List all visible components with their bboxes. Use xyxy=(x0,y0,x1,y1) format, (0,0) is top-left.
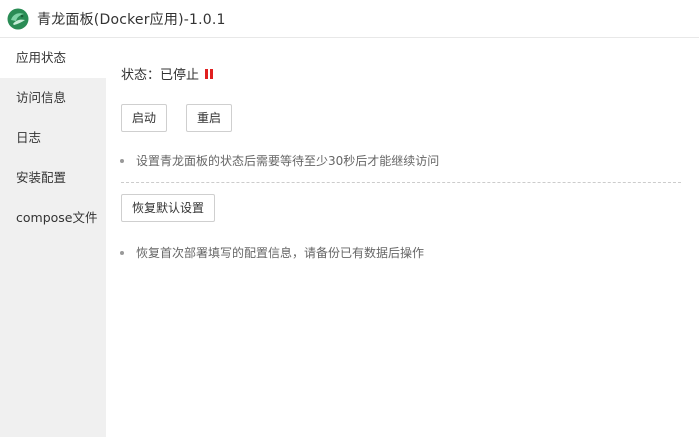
reset-tip: 恢复首次部署填写的配置信息，请备份已有数据后操作 xyxy=(120,244,424,261)
reset-tip-text: 恢复首次部署填写的配置信息，请备份已有数据后操作 xyxy=(136,246,425,260)
title-bar: 青龙面板(Docker应用)-1.0.1 xyxy=(0,0,699,38)
start-button[interactable]: 启动 xyxy=(121,104,167,132)
restart-tip: 设置青龙面板的状态后需要等待至少30秒后才能继续访问 xyxy=(120,152,439,169)
status-text: 状态：已停止 xyxy=(121,68,200,83)
status-row: 状态：已停止 xyxy=(121,64,214,83)
restart-tip-text: 设置青龙面板的状态后需要等待至少30秒后才能继续访问 xyxy=(136,154,440,168)
sidebar-item-compose-file[interactable]: compose文件 xyxy=(0,198,106,238)
reset-defaults-button[interactable]: 恢复默认设置 xyxy=(121,194,215,222)
window-title: 青龙面板(Docker应用)-1.0.1 xyxy=(37,11,226,28)
app-window: 青龙面板(Docker应用)-1.0.1 应用状态 访问信息 日志 安装配置 c… xyxy=(0,0,699,437)
sidebar-item-app-status[interactable]: 应用状态 xyxy=(0,38,106,78)
qinglong-logo-icon xyxy=(7,8,29,30)
sidebar-item-access-info[interactable]: 访问信息 xyxy=(0,78,106,118)
sidebar-item-install-config[interactable]: 安装配置 xyxy=(0,158,106,198)
bullet-icon xyxy=(120,250,124,255)
bullet-icon xyxy=(120,158,124,163)
restart-button[interactable]: 重启 xyxy=(186,104,232,132)
sidebar: 应用状态 访问信息 日志 安装配置 compose文件 xyxy=(0,38,106,437)
sidebar-item-logs[interactable]: 日志 xyxy=(0,118,106,158)
main-content: 状态：已停止 启动 重启 设置青龙面板的状态后需要等待至少30秒后才能继续访问 … xyxy=(106,38,699,437)
pause-icon xyxy=(205,68,214,79)
divider xyxy=(121,182,681,183)
